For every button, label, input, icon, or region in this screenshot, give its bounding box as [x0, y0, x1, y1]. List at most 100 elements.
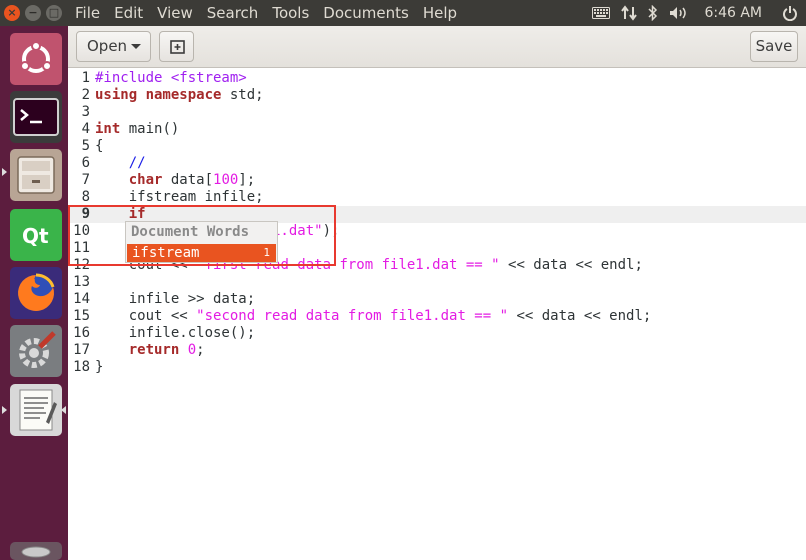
code-token: << data << endl;	[508, 308, 652, 324]
line-number: 18	[73, 359, 90, 375]
code-token: int	[95, 121, 121, 137]
code-token: using namespace	[95, 87, 222, 103]
firefox-icon[interactable]	[10, 267, 62, 319]
line-number: 7	[81, 172, 90, 188]
editor-toolbar: Open Save	[68, 26, 806, 68]
files-icon[interactable]	[10, 149, 62, 201]
code-text: return 0;	[95, 342, 205, 359]
minimize-window-button[interactable]: −	[25, 5, 41, 21]
code-line[interactable]: 13	[68, 274, 806, 291]
power-icon[interactable]	[782, 0, 798, 26]
line-number: 13	[73, 274, 90, 290]
code-line[interactable]: 7 char data[100];	[68, 172, 806, 189]
code-editor[interactable]: 1 #include <fstream> 2 using namespace std;…	[68, 68, 806, 560]
chevron-down-icon	[131, 44, 141, 49]
code-token: return	[128, 342, 180, 358]
code-token: #include <fstream>	[95, 70, 247, 86]
menu-file[interactable]: File	[75, 0, 100, 26]
code-token: cout <<	[95, 308, 197, 324]
code-line[interactable]: 16 infile.close();	[68, 325, 806, 342]
code-token: //	[128, 155, 146, 171]
code-text: using namespace std;	[95, 87, 264, 104]
menu-edit[interactable]: Edit	[114, 0, 143, 26]
save-button[interactable]: Save	[750, 31, 798, 62]
menubar: File Edit View Search Tools Documents He…	[75, 0, 471, 26]
launcher: Qt	[0, 26, 68, 560]
line-number: 17	[73, 342, 90, 358]
annotation-highlight-box	[68, 205, 336, 266]
code-line[interactable]: 17 return 0;	[68, 342, 806, 359]
launcher-running-indicator	[2, 168, 7, 176]
close-window-button[interactable]: ×	[4, 5, 20, 21]
volume-icon[interactable]	[668, 0, 690, 26]
menu-search[interactable]: Search	[207, 0, 259, 26]
trash-icon[interactable]	[10, 542, 62, 560]
open-button[interactable]: Open	[76, 31, 151, 62]
code-line[interactable]: 2 using namespace std;	[68, 87, 806, 104]
menu-documents[interactable]: Documents	[323, 0, 409, 26]
code-token: << data << endl;	[499, 257, 643, 273]
code-token: ifstream infile;	[95, 189, 264, 205]
bluetooth-icon[interactable]	[646, 0, 660, 26]
ubuntu-dash-icon[interactable]	[10, 33, 62, 85]
code-line[interactable]: 8 ifstream infile;	[68, 189, 806, 206]
code-line[interactable]: 6 //	[68, 155, 806, 172]
new-document-button[interactable]	[159, 31, 194, 62]
line-number: 15	[73, 308, 90, 324]
code-line[interactable]: 18}	[68, 359, 806, 376]
code-text: int main()	[95, 121, 179, 138]
code-token: ];	[238, 172, 256, 188]
menu-help[interactable]: Help	[423, 0, 457, 26]
code-line[interactable]: 14 infile >> data;	[68, 291, 806, 308]
code-text: #include <fstream>	[95, 70, 247, 87]
code-text: {	[95, 138, 103, 155]
code-text: infile.close();	[95, 325, 255, 342]
line-number: 3	[81, 104, 90, 120]
terminal-icon[interactable]	[10, 91, 62, 143]
line-number: 6	[81, 155, 90, 171]
system-settings-icon[interactable]	[10, 325, 62, 377]
maximize-window-button[interactable]: □	[46, 5, 62, 21]
code-line[interactable]: 4 int main()	[68, 121, 806, 138]
menu-view[interactable]: View	[157, 0, 193, 26]
code-token: std;	[221, 87, 264, 103]
line-number: 16	[73, 325, 90, 341]
qt-creator-icon[interactable]: Qt	[10, 209, 62, 261]
menu-tools[interactable]: Tools	[272, 0, 309, 26]
line-number: 2	[81, 87, 90, 103]
clock[interactable]: 6:46 AM	[704, 5, 762, 21]
code-token: data[	[162, 172, 214, 188]
open-button-label: Open	[87, 37, 128, 55]
line-number: 14	[73, 291, 90, 307]
svg-text:Qt: Qt	[22, 224, 49, 248]
code-text: ifstream infile;	[95, 189, 264, 206]
code-line[interactable]: 3	[68, 104, 806, 121]
code-token: ;	[196, 342, 205, 358]
code-text: char data[100];	[95, 172, 255, 189]
text-editor-icon[interactable]	[10, 384, 62, 436]
code-text: cout << "second read data from file1.dat…	[95, 308, 652, 325]
code-token: infile >> data;	[95, 291, 256, 307]
code-token: }	[95, 359, 104, 375]
new-tab-icon	[170, 40, 185, 54]
code-line[interactable]: 1 #include <fstream>	[68, 70, 806, 87]
code-token: "second read data from file1.dat == "	[196, 308, 509, 324]
line-number: 5	[81, 138, 90, 154]
top-panel: × − □ File Edit View Search Tools Docume…	[0, 0, 806, 26]
code-line[interactable]: 5{	[68, 138, 806, 155]
code-text: }	[95, 359, 103, 376]
line-number: 8	[81, 189, 90, 205]
line-number: 1	[81, 70, 90, 86]
code-token: {	[95, 138, 104, 154]
code-token: infile.close();	[95, 325, 256, 341]
network-arrows-icon[interactable]	[620, 0, 638, 26]
code-text: infile >> data;	[95, 291, 255, 308]
line-number: 4	[81, 121, 90, 137]
code-token: 100	[213, 172, 239, 188]
keyboard-icon[interactable]	[590, 0, 612, 26]
code-line[interactable]: 15 cout << "second read data from file1.…	[68, 308, 806, 325]
